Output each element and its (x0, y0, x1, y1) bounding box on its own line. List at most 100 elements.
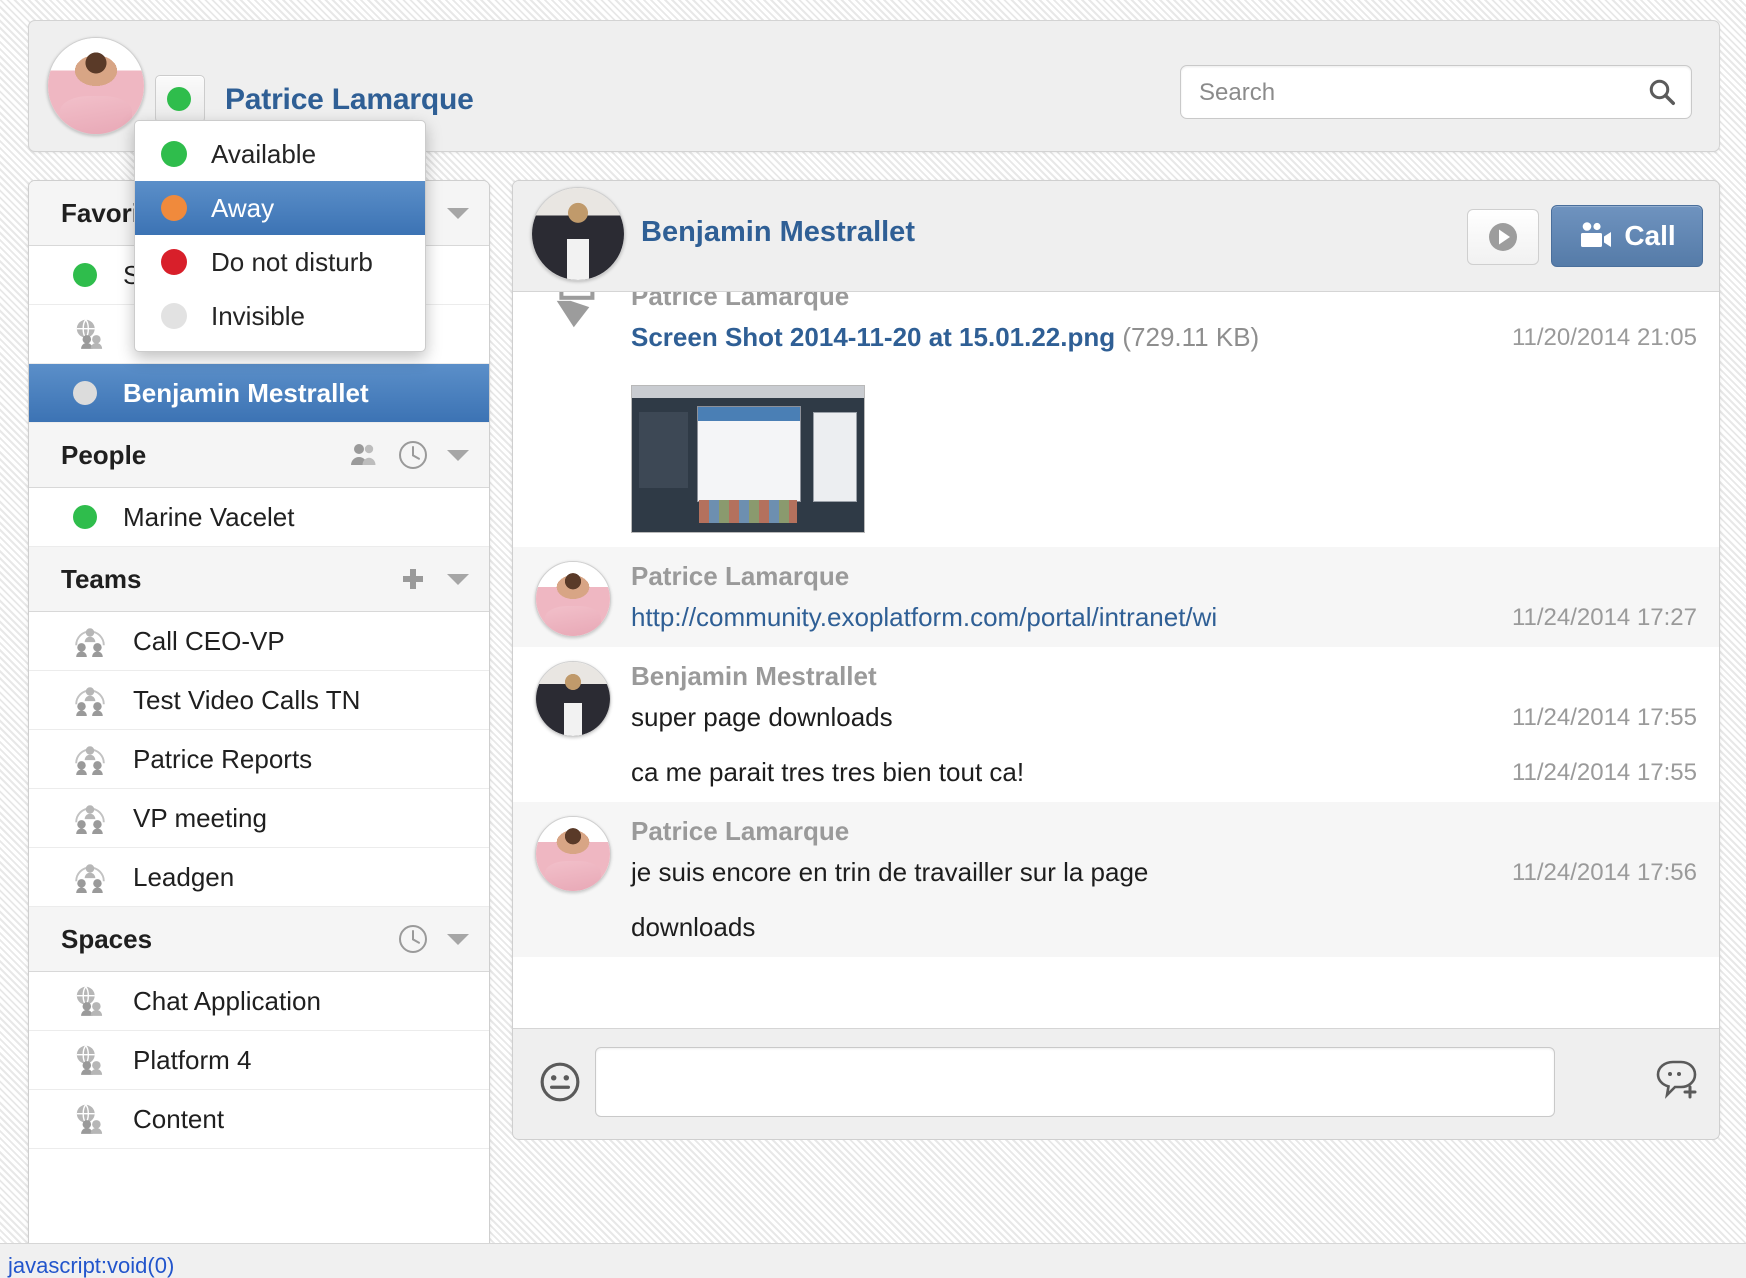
sidebar-item-leadgen[interactable]: Leadgen (29, 848, 489, 907)
message-row: Patrice Lamarque http://community.exopla… (513, 547, 1719, 647)
clock-icon[interactable] (397, 439, 429, 471)
status-dot-icon (161, 303, 187, 329)
message-row: Benjamin Mestrallet super page downloads… (513, 647, 1719, 802)
message-text: super page downloads (631, 702, 893, 732)
status-bar-text: javascript:void(0) (8, 1253, 175, 1278)
message-list[interactable]: Patrice Lamarque Screen Shot 2014-11-20 … (513, 267, 1719, 1033)
status-option-label: Away (211, 192, 275, 223)
status-selector-button[interactable] (155, 75, 205, 123)
message-text-line: downloads (513, 902, 1719, 957)
caret-down-icon[interactable] (447, 573, 469, 585)
file-link[interactable]: Screen Shot 2014-11-20 at 15.01.22.png (631, 322, 1115, 352)
search-input[interactable] (1197, 66, 1631, 120)
team-icon (75, 628, 105, 657)
team-icon (75, 687, 105, 716)
message-row: Patrice Lamarque Screen Shot 2014-11-20 … (513, 267, 1719, 533)
status-option-invisible[interactable]: Invisible (135, 289, 425, 343)
message-timestamp: 11/24/2014 17:27 (1511, 604, 1697, 631)
sidebar-item-label: Call CEO-VP (133, 625, 285, 656)
sidebar-item-call-ceo-vp[interactable]: Call CEO-VP (29, 612, 489, 671)
caret-down-icon[interactable] (447, 933, 469, 945)
sidebar-item-vp-meeting[interactable]: VP meeting (29, 789, 489, 848)
browser-status-bar: javascript:void(0) (0, 1243, 1746, 1278)
video-camera-icon (1581, 222, 1612, 247)
team-icon (75, 746, 105, 775)
status-dot-icon (161, 249, 187, 275)
smiley-icon[interactable] (539, 1061, 581, 1103)
message-timestamp: 11/20/2014 21:05 (1511, 324, 1697, 351)
chat-header: Benjamin Mestrallet Call (513, 181, 1719, 292)
people-icon[interactable] (347, 439, 379, 471)
sidebar-item-benjamin-mestrallet[interactable]: Benjamin Mestrallet (29, 364, 489, 423)
clock-icon[interactable] (397, 923, 429, 955)
message-text-line: ca me parait tres tres bien tout ca! 11/… (513, 747, 1719, 802)
section-title: Spaces (61, 923, 153, 954)
message-input[interactable] (595, 1047, 1555, 1117)
sidebar-item-platform-4[interactable]: Platform 4 (29, 1031, 489, 1090)
current-user-name: Patrice Lamarque (225, 83, 474, 116)
caret-down-icon[interactable] (447, 207, 469, 219)
space-icon (76, 986, 103, 1016)
status-dot-icon (73, 263, 97, 287)
status-option-label: Invisible (211, 300, 305, 331)
sidebar-item-content[interactable]: Content (29, 1090, 489, 1149)
peer-avatar[interactable] (531, 187, 625, 281)
attachment-thumbnail[interactable] (631, 385, 865, 533)
message-file-line: Screen Shot 2014-11-20 at 15.01.22.png (… (513, 312, 1719, 367)
section-title: People (61, 439, 147, 470)
message-author: Benjamin Mestrallet (631, 661, 877, 691)
file-size: (729.11 KB) (1122, 322, 1260, 352)
sidebar-item-test-video-calls-tn[interactable]: Test Video Calls TN (29, 671, 489, 730)
status-dot-icon (161, 195, 187, 221)
message-text-line: super page downloads 11/24/2014 17:55 (513, 692, 1719, 747)
call-button-label: Call (1624, 220, 1676, 251)
sidebar-item-label: Benjamin Mestrallet (123, 377, 369, 408)
benjamin-avatar-image (532, 188, 624, 280)
sidebar-section-spaces: Spaces (29, 907, 489, 972)
space-icon (76, 319, 103, 349)
status-dot-icon (73, 381, 97, 405)
team-icon (75, 805, 105, 834)
status-option-available[interactable]: Available (135, 127, 425, 181)
status-dot-icon (167, 87, 191, 111)
chat-peer-name: Benjamin Mestrallet (641, 216, 915, 248)
status-dot-icon (161, 141, 187, 167)
search-box[interactable] (1180, 65, 1692, 120)
sidebar-item-label: Content (133, 1103, 225, 1134)
message-timestamp: 11/24/2014 17:55 (1511, 704, 1697, 731)
status-option-away[interactable]: Away (135, 181, 425, 235)
sidebar-item-label: VP meeting (133, 802, 267, 833)
play-button[interactable] (1467, 209, 1539, 265)
status-dropdown-menu: Available Away Do not disturb Invisible (134, 120, 426, 352)
chat-panel: Benjamin Mestrallet Call Patrice Lamarqu… (512, 180, 1720, 1134)
message-link[interactable]: http://community.exoplatform.com/portal/… (631, 602, 1217, 632)
search-icon[interactable] (1647, 77, 1677, 107)
message-composer (512, 1028, 1720, 1140)
plus-icon[interactable] (397, 563, 429, 595)
section-title: Teams (61, 563, 142, 594)
message-text-line: je suis encore en trin de travailler sur… (513, 847, 1719, 902)
caret-down-icon[interactable] (447, 449, 469, 461)
sidebar-item-label: Chat Application (133, 985, 321, 1016)
message-timestamp: 11/24/2014 17:56 (1511, 859, 1697, 886)
call-button[interactable]: Call (1551, 205, 1703, 267)
sidebar-item-chat-application[interactable]: Chat Application (29, 972, 489, 1031)
status-option-label: Do not disturb (211, 246, 373, 277)
message-text: ca me parait tres tres bien tout ca! (631, 757, 1025, 787)
status-option-do-not-disturb[interactable]: Do not disturb (135, 235, 425, 289)
sidebar-section-teams: Teams (29, 547, 489, 612)
smiley-plus-icon[interactable] (1655, 1059, 1701, 1101)
sidebar-item-patrice-reports[interactable]: Patrice Reports (29, 730, 489, 789)
play-icon (1489, 223, 1517, 251)
avatar[interactable] (47, 37, 145, 135)
sidebar-item-label: Leadgen (133, 861, 235, 892)
sidebar-section-people: People (29, 423, 489, 488)
message-text-line: http://community.exoplatform.com/portal/… (513, 592, 1719, 647)
message-timestamp: 11/24/2014 17:55 (1511, 759, 1697, 786)
sidebar-item-label: Patrice Reports (133, 743, 313, 774)
sidebar-item-marine-vacelet[interactable]: Marine Vacelet (29, 488, 489, 547)
message-row: Patrice Lamarque je suis encore en trin … (513, 802, 1719, 957)
status-dot-icon (73, 505, 97, 529)
space-icon (76, 1045, 103, 1075)
status-option-label: Available (211, 138, 317, 169)
